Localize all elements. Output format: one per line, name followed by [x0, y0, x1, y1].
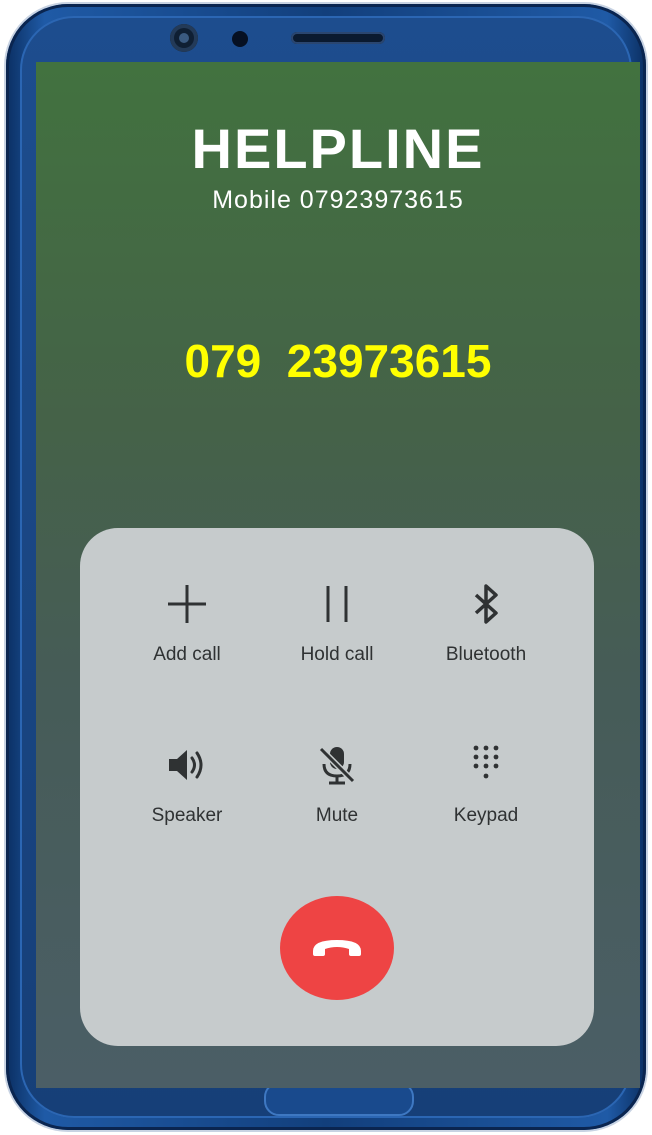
- call-controls-panel: Add call Hold call Bluetooth Speaker Mut…: [80, 528, 594, 1046]
- mute-label: Mute: [315, 805, 359, 826]
- keypad-button[interactable]: Keypad: [406, 741, 566, 827]
- hold-call-label: Hold call: [300, 644, 374, 665]
- front-camera: [170, 24, 198, 52]
- call-screen: HELPLINE Mobile 07923973615 079 23973615…: [36, 62, 640, 1088]
- phone-frame: HELPLINE Mobile 07923973615 079 23973615…: [6, 4, 646, 1130]
- overlay-phone-number: 079 23973615: [184, 335, 492, 387]
- keypad-icon: [406, 741, 566, 789]
- speaker-label: Speaker: [151, 805, 223, 826]
- caller-name: HELPLINE: [191, 117, 485, 180]
- bluetooth-button[interactable]: Bluetooth: [406, 580, 566, 666]
- mic-off-icon: [257, 741, 417, 789]
- earpiece-speaker: [291, 32, 385, 44]
- end-call-button[interactable]: [280, 896, 394, 1000]
- add-call-label: Add call: [153, 644, 221, 665]
- plus-icon: [107, 580, 267, 628]
- mute-button[interactable]: Mute: [257, 741, 417, 827]
- caller-number: Mobile 07923973615: [212, 186, 464, 214]
- pause-icon: [257, 580, 417, 628]
- speaker-button[interactable]: Speaker: [107, 741, 267, 827]
- keypad-label: Keypad: [453, 805, 519, 826]
- bluetooth-icon: [406, 580, 566, 628]
- bluetooth-label: Bluetooth: [445, 644, 527, 665]
- speaker-icon: [107, 741, 267, 789]
- hang-up-icon: [307, 931, 367, 966]
- proximity-sensor: [232, 31, 248, 47]
- add-call-button[interactable]: Add call: [107, 580, 267, 666]
- hold-call-button[interactable]: Hold call: [257, 580, 417, 666]
